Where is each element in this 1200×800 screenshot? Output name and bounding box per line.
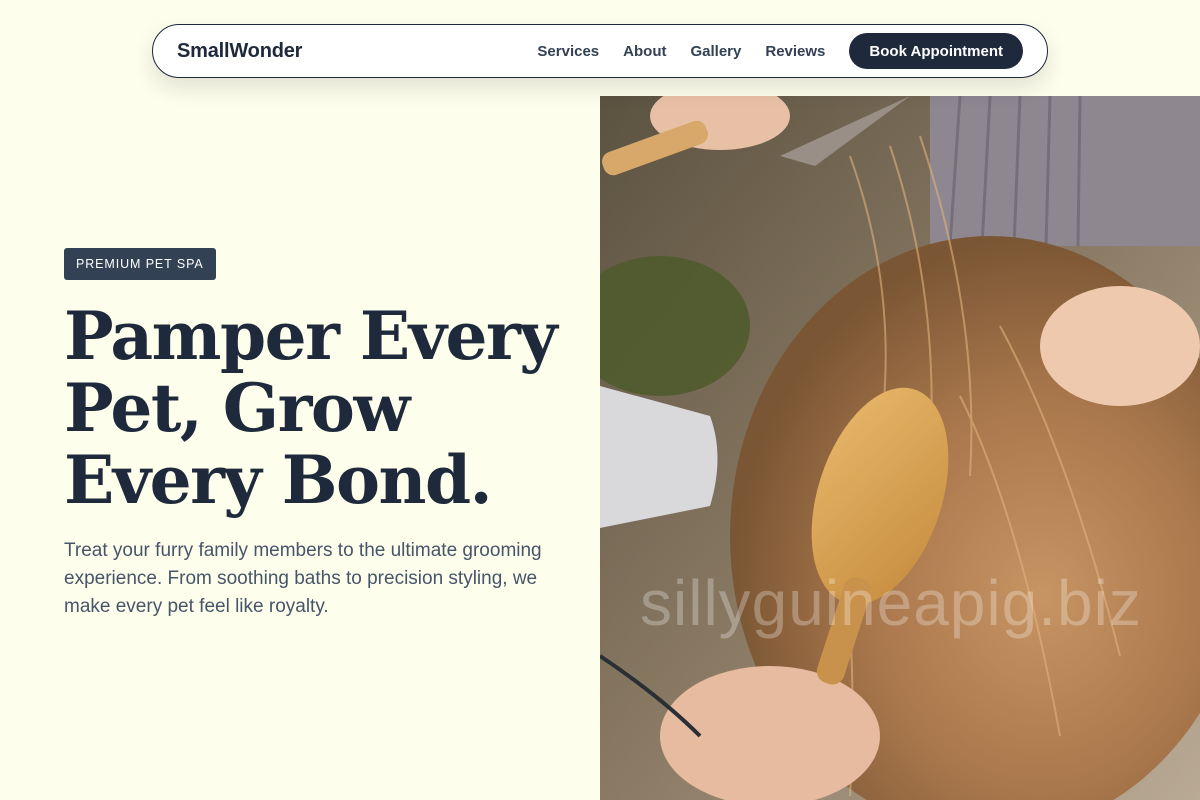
hero-photo [600,96,1200,800]
image-watermark: sillyguineapig.biz [640,567,1142,639]
nav-link-services[interactable]: Services [537,43,599,60]
brand-logo[interactable]: SmallWonder [177,40,302,63]
nav-link-reviews[interactable]: Reviews [765,43,825,60]
hero-image-dog-grooming: sillyguineapig.biz [600,96,1200,800]
hero-badge: PREMIUM PET SPA [64,248,216,280]
page: SmallWonder Services About Gallery Revie… [0,0,1200,800]
hero-lead-text: Treat your furry family members to the u… [64,540,542,617]
book-appointment-button[interactable]: Book Appointment [849,33,1023,69]
nav-link-gallery[interactable]: Gallery [690,43,741,60]
hero-headline: Pamper Every Pet, Grow Every Bond. [64,297,558,519]
navbar: SmallWonder Services About Gallery Revie… [152,24,1048,78]
nav-links: Services About Gallery Reviews Book Appo… [537,33,1023,69]
nav-link-about[interactable]: About [623,43,666,60]
